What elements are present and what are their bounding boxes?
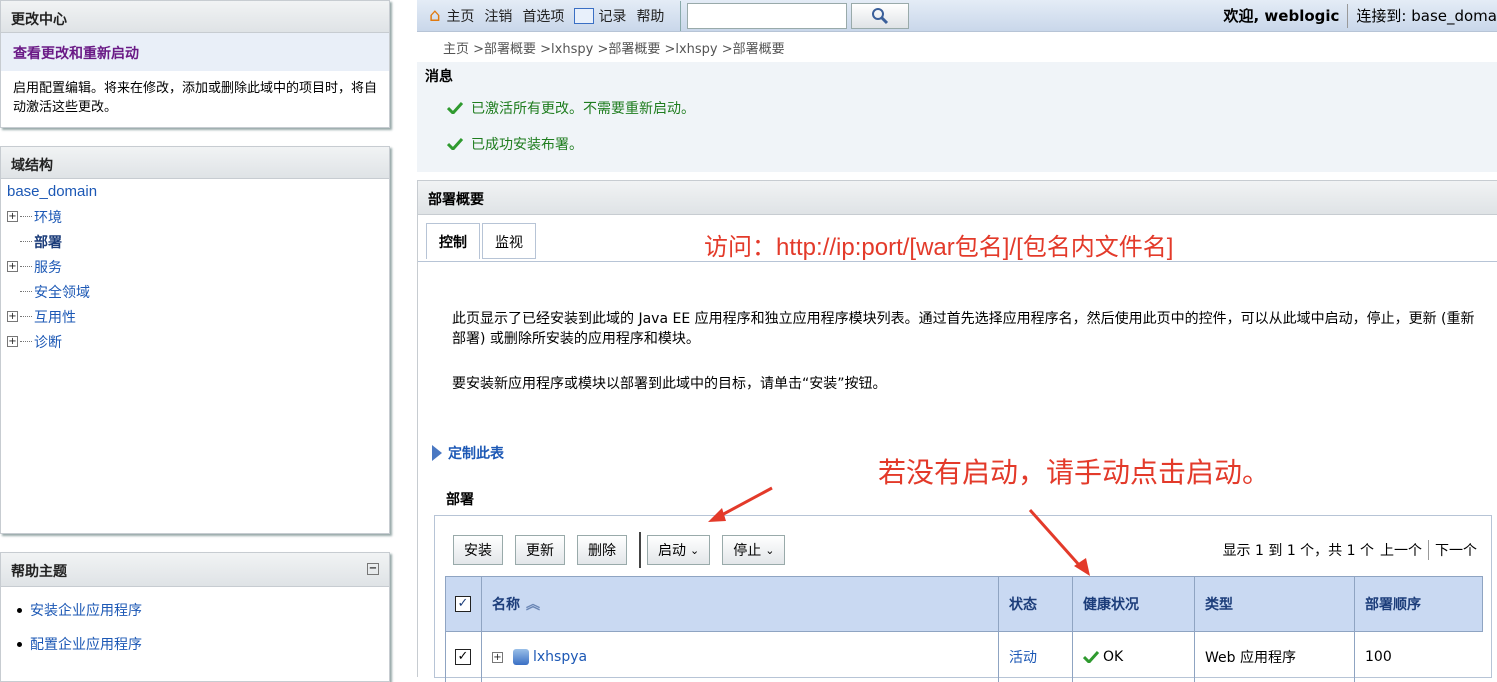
annotation-arrows (0, 0, 1497, 677)
arrow-to-start (718, 488, 772, 517)
arrowhead-start (708, 508, 726, 522)
arrow-to-health (1030, 510, 1080, 566)
